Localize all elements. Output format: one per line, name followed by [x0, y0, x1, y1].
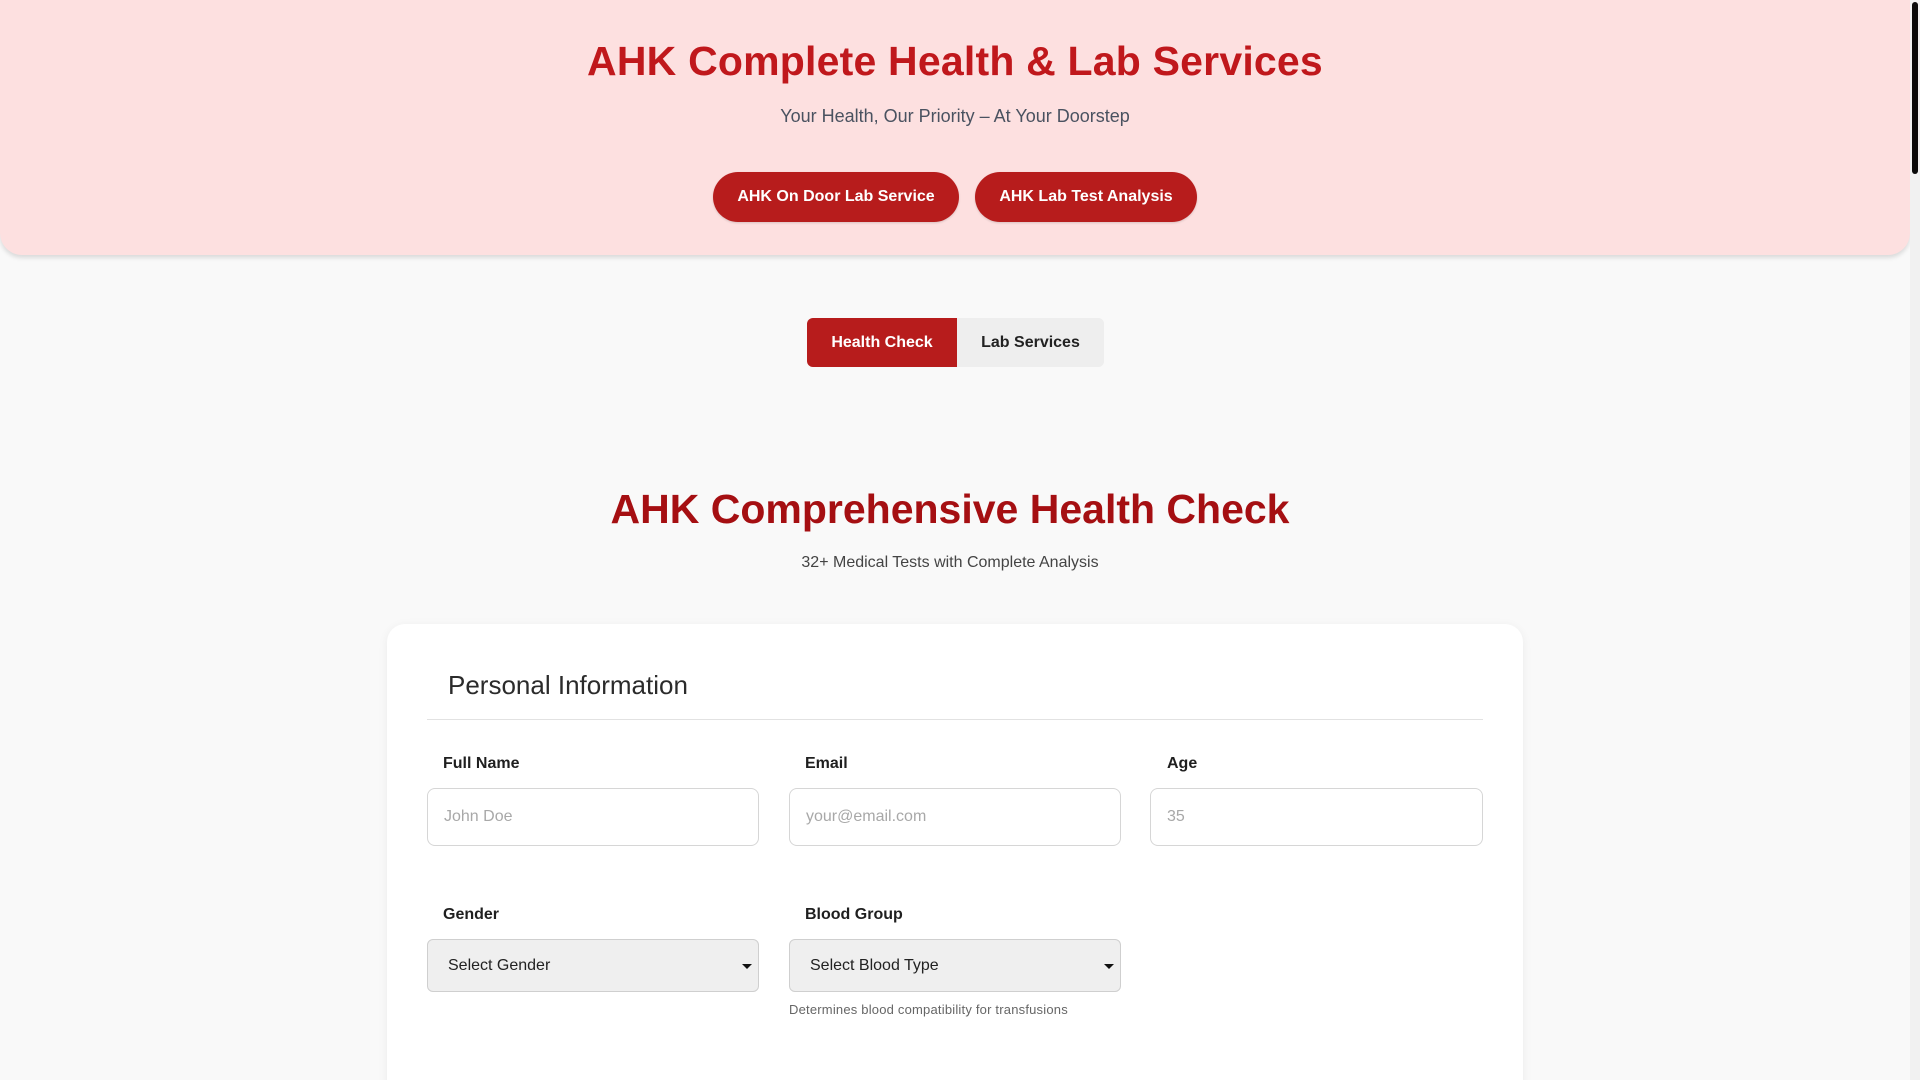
blood-group-label: Blood Group [805, 906, 903, 923]
personal-info-card: Personal Information Full Name Email Age… [387, 624, 1523, 1080]
tab-lab-services[interactable]: Lab Services [957, 318, 1104, 367]
hero-subtitle: Your Health, Our Priority – At Your Door… [780, 106, 1130, 126]
gender-select-value: Select Gender [448, 956, 551, 974]
viewport: AHK Complete Health & Lab Services Your … [0, 0, 1920, 1080]
chevron-down-icon [742, 964, 752, 969]
age-label: Age [1167, 755, 1198, 772]
hero-button-group: AHK On Door Lab Service AHK Lab Test Ana… [0, 172, 1910, 222]
blood-group-select-value: Select Blood Type [810, 956, 939, 974]
lab-test-analysis-button[interactable]: AHK Lab Test Analysis [975, 172, 1197, 222]
blood-group-select[interactable]: Select Blood Type [789, 939, 1121, 992]
hero-title: AHK Complete Health & Lab Services [587, 38, 1323, 84]
divider [427, 719, 1483, 720]
tab-health-check[interactable]: Health Check [807, 318, 957, 367]
full-name-input[interactable] [427, 788, 759, 846]
card-heading: Personal Information [448, 670, 688, 700]
email-input[interactable] [789, 788, 1121, 846]
section-subtitle: 32+ Medical Tests with Complete Analysis [801, 554, 1099, 571]
on-door-lab-service-button[interactable]: AHK On Door Lab Service [713, 172, 959, 222]
page: AHK Complete Health & Lab Services Your … [0, 0, 1910, 1080]
chevron-down-icon [1104, 964, 1114, 969]
gender-select[interactable]: Select Gender [427, 939, 759, 992]
age-input[interactable] [1150, 788, 1483, 846]
full-name-label: Full Name [443, 755, 520, 772]
scrollbar-thumb[interactable] [1912, 2, 1918, 174]
service-tabs: Health Check Lab Services [807, 318, 1104, 367]
gender-label: Gender [443, 906, 500, 923]
section-title: AHK Comprehensive Health Check [610, 486, 1290, 532]
blood-group-hint: Determines blood compatibility for trans… [789, 1002, 1068, 1017]
email-label: Email [805, 755, 848, 772]
hero-header: AHK Complete Health & Lab Services Your … [0, 0, 1910, 255]
